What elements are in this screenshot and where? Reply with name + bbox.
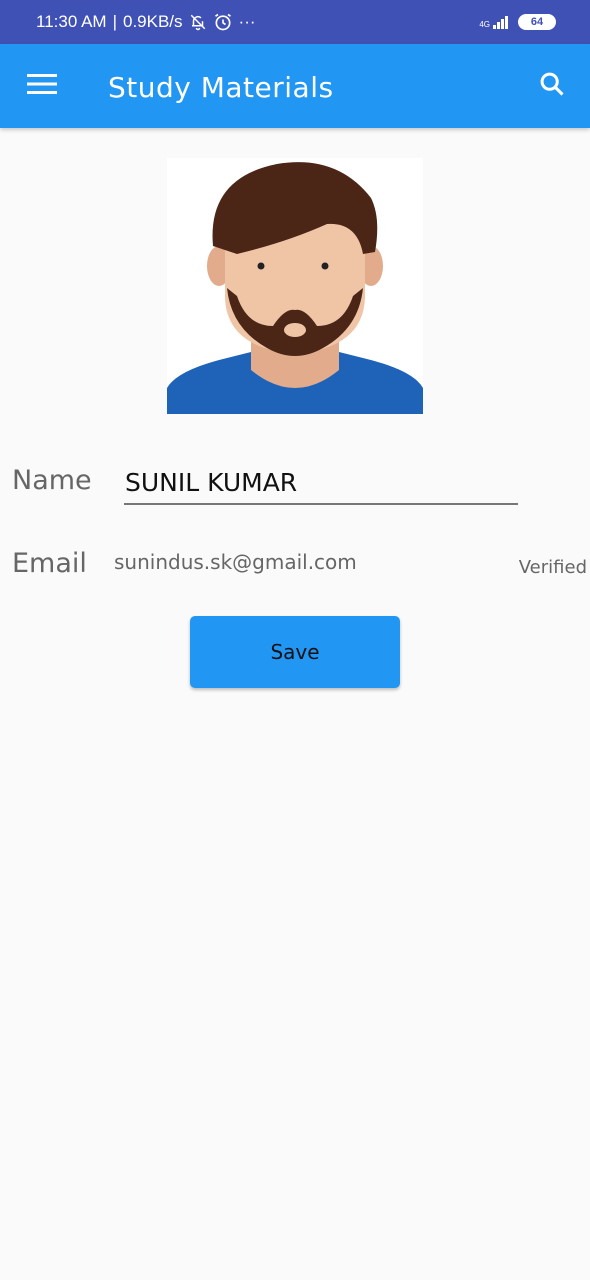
email-value: sunindus.sk@gmail.com [114, 550, 357, 574]
status-separator: | [112, 12, 117, 31]
app-bar: Study Materials [0, 44, 590, 128]
save-button[interactable]: Save [190, 616, 400, 688]
status-speed: 0.9KB/s [123, 12, 183, 31]
avatar-icon [167, 158, 423, 414]
verified-status: Verified [518, 557, 587, 578]
email-label: Email [12, 548, 87, 579]
status-more: ··· [238, 12, 256, 31]
status-left: 11:30 AM | 0.9KB/s ··· [36, 0, 256, 44]
search-icon [538, 70, 566, 102]
bell-off-icon [189, 13, 207, 31]
search-button[interactable] [532, 66, 572, 106]
menu-icon [27, 73, 57, 99]
signal-icon: 4G [479, 15, 508, 29]
battery-icon: 64 [518, 14, 556, 30]
name-input[interactable] [124, 462, 518, 505]
battery-level: 64 [530, 16, 544, 28]
app-title: Study Materials [108, 71, 334, 104]
network-type: 4G [479, 19, 490, 29]
name-label: Name [12, 465, 92, 496]
alarm-icon [213, 12, 233, 32]
status-right: 4G 64 [479, 0, 556, 44]
menu-button[interactable] [22, 66, 62, 106]
status-bar: 11:30 AM | 0.9KB/s ··· 4G 64 [0, 0, 590, 44]
profile-avatar[interactable] [167, 158, 423, 414]
status-time: 11:30 AM [36, 12, 107, 31]
